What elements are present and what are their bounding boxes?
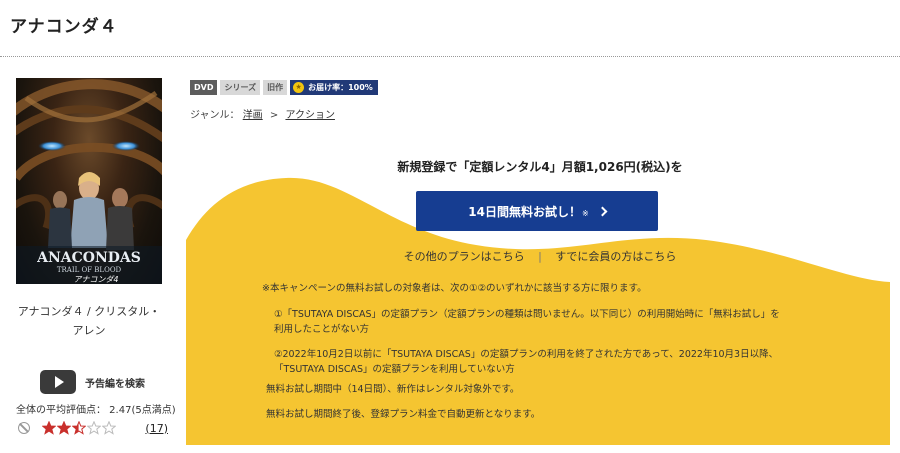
delivery-rate-badge: ★ お届け率：100% xyxy=(290,80,378,95)
breadcrumb-separator: > xyxy=(269,110,279,121)
average-rating-text: 全体の平均評価点： 2.47(5点満点) xyxy=(16,405,176,416)
series-badge: シリーズ xyxy=(220,80,261,95)
star-icon xyxy=(102,421,116,435)
note-line: 「TSUTAYA DISCAS」の定額プランを利用していない方 xyxy=(274,364,515,375)
dvd-badge: DVD xyxy=(190,80,218,95)
star-icon xyxy=(57,421,71,435)
play-icon xyxy=(40,370,76,394)
note-line: ※本キャンペーンの無料お試しの対象者は、次の①②のいずれかに該当する方に限ります… xyxy=(262,283,647,294)
page-title: アナコンダ４ xyxy=(10,17,118,37)
star-icon xyxy=(72,421,86,435)
cover-title-art: ANACONDAS xyxy=(36,250,141,266)
cover-caption[interactable]: アナコンダ４ / クリスタル・アレン xyxy=(16,302,162,340)
genre-breadcrumb: ジャンル： 洋画 > アクション xyxy=(190,106,335,121)
note-line: 利用したことがない方 xyxy=(274,324,370,335)
star-icon xyxy=(42,421,56,435)
note-line: ②2022年10月2日以前に「TSUTAYA DISCAS」の定額プランの利用を… xyxy=(274,349,779,360)
free-trial-note-mark: ※ xyxy=(582,208,589,218)
note-line: 無料お試し期間中（14日間）、新作はレンタル対象外です。 xyxy=(266,384,520,395)
free-trial-label: 14日間無料お試し！ xyxy=(468,204,581,219)
dvd-cover-image[interactable]: ANACONDAS TRAIL OF BLOOD アナコンダ4 xyxy=(16,78,162,284)
star-icon xyxy=(87,421,101,435)
rating-row: (17) xyxy=(18,421,168,435)
chevron-right-icon xyxy=(597,206,608,216)
genre-link-action[interactable]: アクション xyxy=(285,110,335,121)
trailer-search-button[interactable]: 予告編を検索 xyxy=(40,370,145,394)
plan-links: その他のプランはこちら | すでに会員の方はこちら xyxy=(190,248,890,264)
badge-row: DVD シリーズ 旧作 ★ お届け率：100% xyxy=(190,80,378,95)
genre-link-western-films[interactable]: 洋画 xyxy=(243,110,263,121)
review-count-link[interactable]: (17) xyxy=(145,422,168,435)
free-trial-button[interactable]: 14日間無料お試し！ ※ xyxy=(416,191,658,231)
cover-subtitle-art: TRAIL OF BLOOD xyxy=(57,266,122,274)
member-login-link[interactable]: すでに会員の方はこちら xyxy=(555,250,676,263)
delivery-rate-label: お届け率：100% xyxy=(308,83,373,92)
campaign-headline: 新規登録で「定額レンタル4」月額1,026円(税込)を xyxy=(397,160,683,174)
note-line: 無料お試し期間終了後、登録プラン料金で自動更新となります。 xyxy=(266,409,541,420)
note-line: ①「TSUTAYA DISCAS」の定額プラン（定額プランの種類は問いません。以… xyxy=(274,309,780,320)
ban-icon[interactable] xyxy=(18,422,30,434)
genre-label: ジャンル： xyxy=(190,110,240,121)
title-divider xyxy=(0,56,900,57)
link-divider: | xyxy=(538,250,542,263)
rating-stars xyxy=(42,421,116,435)
star-medal-icon: ★ xyxy=(293,82,305,93)
trailer-search-label: 予告編を検索 xyxy=(85,378,145,390)
svg-text:アナコンダ4: アナコンダ4 xyxy=(74,275,119,284)
old-release-badge: 旧作 xyxy=(263,80,288,95)
other-plans-link[interactable]: その他のプランはこちら xyxy=(404,250,525,263)
